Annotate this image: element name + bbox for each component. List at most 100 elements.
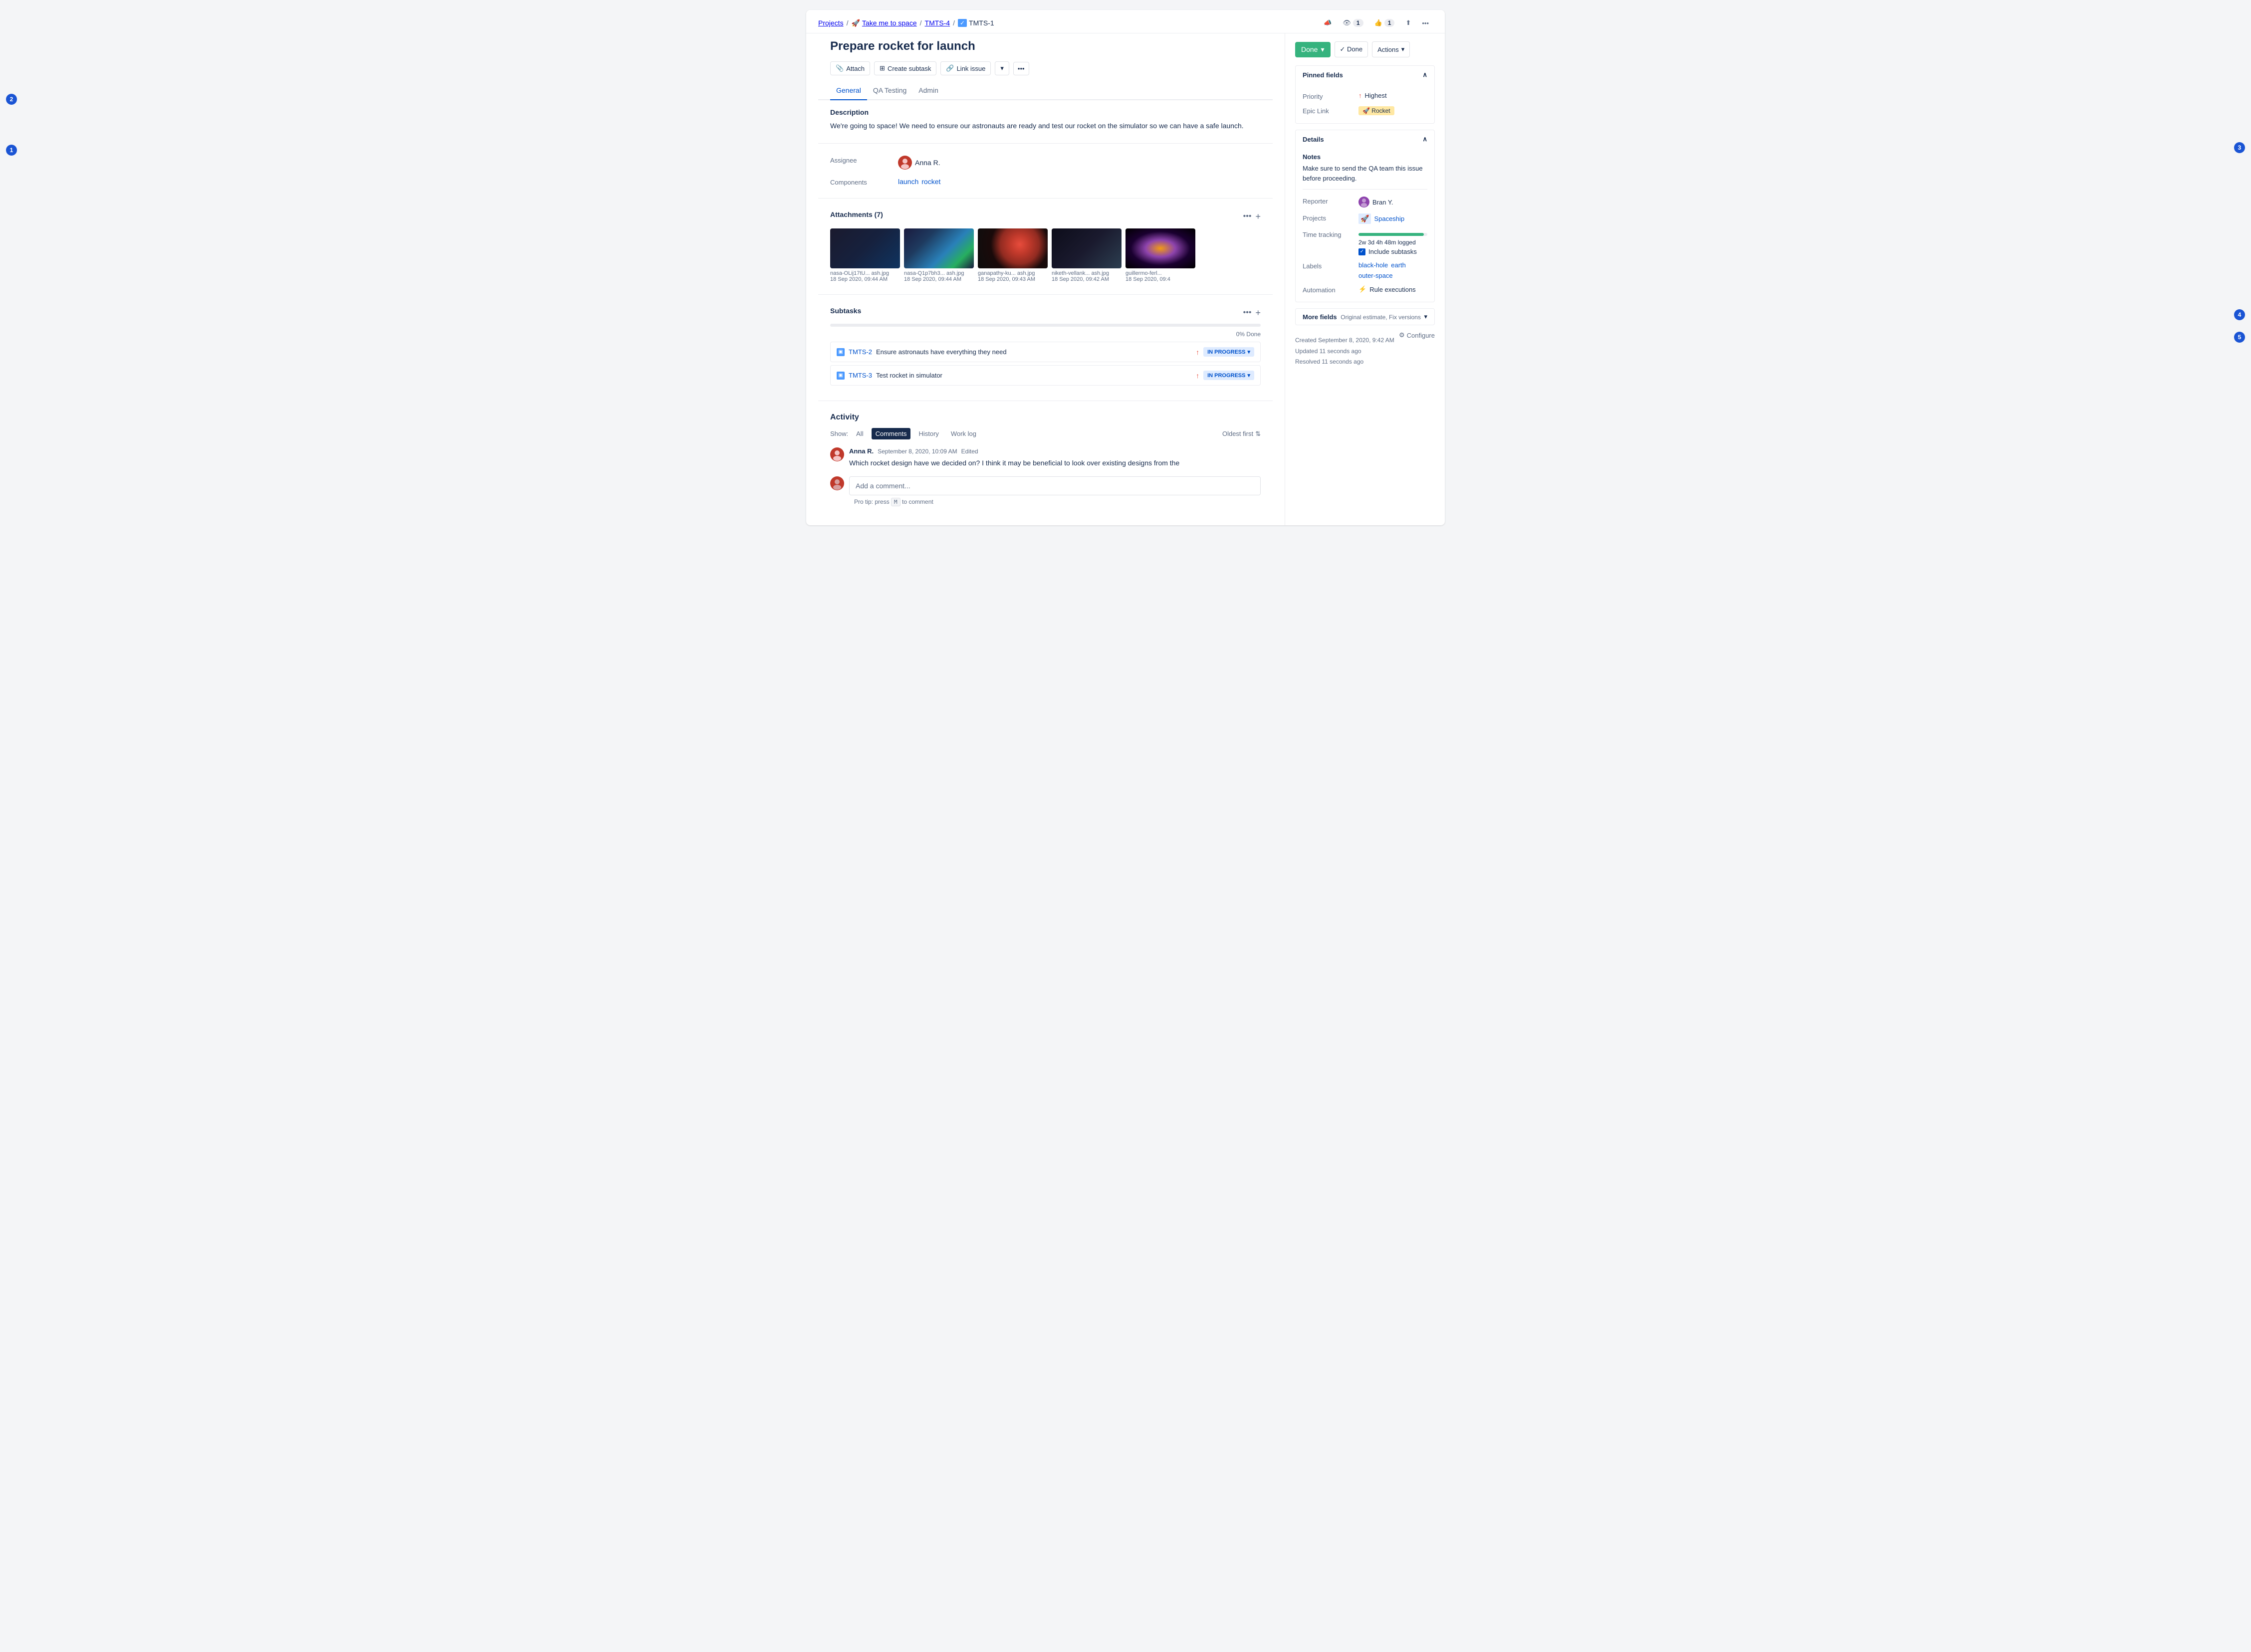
time-tracking-value: 2w 3d 4h 48m logged ✓ Include subtasks [1358,230,1427,255]
details-header[interactable]: Details ∧ [1296,130,1434,148]
subtasks-more-button[interactable]: ••• [1243,308,1252,318]
reporter-avatar [1358,197,1369,207]
subtask-item[interactable]: ▣ TMTS-2 Ensure astronauts have everythi… [830,342,1261,362]
sort-button[interactable]: Oldest first ⇅ [1222,430,1261,438]
reporter-label: Reporter [1303,197,1352,205]
filter-all[interactable]: All [852,428,867,439]
epic-link-value: 🚀 Rocket [1358,106,1394,115]
breadcrumb-projects[interactable]: Projects [818,19,844,27]
assignee-value: Anna R. [898,156,940,170]
tab-qa-testing[interactable]: QA Testing [867,81,912,100]
time-logged: 2w 3d 4h 48m logged [1358,239,1427,246]
attachment-thumb-eclipse [978,228,1048,268]
priority-label: Priority [1303,92,1352,100]
comment-input[interactable]: Add a comment... [849,476,1261,495]
attachment-item[interactable]: guillermo-ferl... 18 Sep 2020, 09:4 [1126,228,1195,282]
label-earth[interactable]: earth [1391,261,1406,269]
attachments-grid: nasa-OLij17tU... ash.jpg 18 Sep 2020, 09… [830,228,1261,282]
subtasks-label: Subtasks [830,307,861,315]
breadcrumb-parent-key[interactable]: TMTS-4 [925,19,950,27]
comment-input-row: Add a comment... [830,476,1261,495]
include-subtasks-checkbox[interactable]: ✓ [1358,248,1365,255]
tab-admin[interactable]: Admin [912,81,944,100]
add-subtask-button[interactable]: + [1255,308,1261,318]
watch-button[interactable]: 👁 1 [1339,17,1367,29]
attach-button[interactable]: 📎 Attach [830,61,870,75]
assignee-name: Anna R. [915,159,940,167]
header-bar: Projects / 🚀 Take me to space / TMTS-4 /… [806,10,1445,33]
pinned-fields-header[interactable]: Pinned fields ∧ [1296,66,1434,84]
reporter-name: Bran Y. [1372,199,1393,206]
comment-edited: Edited [961,448,978,455]
description-section: Description We're going to space! We nee… [818,100,1273,139]
priority-value: ↑ Highest [1358,92,1387,99]
label-black-hole[interactable]: black-hole [1358,261,1388,269]
attachment-thumb-earth [904,228,974,268]
annotation-2: 2 [6,94,17,105]
tab-general[interactable]: General [830,81,867,100]
project-link[interactable]: Spaceship [1374,215,1404,222]
more-fields-row[interactable]: More fields Original estimate, Fix versi… [1296,309,1434,325]
more-fields-label: More fields Original estimate, Fix versi… [1303,313,1421,321]
megaphone-button[interactable]: 📣 [1320,17,1336,29]
filter-history[interactable]: History [914,428,942,439]
breadcrumb-project-name[interactable]: Take me to space [862,19,917,27]
subtask-item[interactable]: ▣ TMTS-3 Test rocket in simulator ↑ IN P… [830,365,1261,386]
breadcrumb-issue-key: TMTS-1 [969,19,994,27]
label-outer-space[interactable]: outer-space [1358,272,1393,279]
create-subtask-button[interactable]: ⊞ Create subtask [874,61,936,75]
top-action-bar: 📣 👁 1 👍 1 ⬆ ••• [1320,17,1433,29]
pinned-fields-body: Priority ↑ Highest Epic Link 🚀 Rocket [1296,84,1434,123]
reporter-value: Bran Y. [1358,197,1393,207]
actions-button[interactable]: Actions ▾ [1372,41,1410,57]
annotation-1: 1 [6,145,17,156]
projects-value: 🚀 Spaceship [1358,213,1404,224]
subtask-summary: Test rocket in simulator [876,372,942,379]
toolbar-more-button[interactable]: ••• [1013,62,1029,75]
time-bar [1358,233,1427,236]
more-fields-panel: More fields Original estimate, Fix versi… [1295,308,1435,325]
configure-link[interactable]: ⚙ Configure [1399,331,1435,339]
automation-row: Automation ⚡ Rule executions [1303,282,1427,297]
like-button[interactable]: 👍 1 [1370,17,1399,29]
subtask-key: TMTS-2 [849,348,872,356]
epic-badge[interactable]: 🚀 Rocket [1358,106,1394,115]
add-attachment-button[interactable]: + [1255,211,1261,222]
pinned-fields-panel: Pinned fields ∧ Priority ↑ Highest Ep [1295,65,1435,124]
left-panel: Prepare rocket for launch 📎 Attach ⊞ Cre… [806,33,1285,525]
filter-comments[interactable]: Comments [872,428,911,439]
comment-author: Anna R. [849,447,874,455]
toolbar-dropdown-button[interactable]: ▾ [995,61,1009,75]
automation-label: Automation [1303,285,1352,294]
comment-item: Anna R. September 8, 2020, 10:09 AM Edit… [830,447,1261,468]
timestamps-row: Created September 8, 2020, 9:42 AM Updat… [1295,331,1435,368]
attachment-thumb-spacewalk [1052,228,1122,268]
attachment-item[interactable]: ganapathy-ku... ash.jpg 18 Sep 2020, 09:… [978,228,1048,282]
share-button[interactable]: ⬆ [1401,17,1415,29]
epic-link-label: Epic Link [1303,106,1352,115]
comment-time: September 8, 2020, 10:09 AM [878,448,957,455]
like-count: 1 [1384,19,1395,27]
notes-section: Notes Make sure to send the QA team this… [1303,153,1427,183]
fields-section: Assignee Anna R. Components launch roc [818,148,1273,194]
done-button[interactable]: Done ▾ [1295,42,1331,57]
attachment-info: nasa-OLij17tU... ash.jpg 18 Sep 2020, 09… [830,270,900,282]
time-tracking-row: Time tracking 2w 3d 4h 48m logged ✓ Incl… [1303,227,1427,258]
filter-worklog[interactable]: Work log [947,428,980,439]
subtask-status[interactable]: IN PROGRESS ▾ [1203,347,1254,357]
component-rocket[interactable]: rocket [921,178,940,186]
subtask-type-icon: ▣ [837,372,845,380]
attachment-item[interactable]: niketh-vellank... ash.jpg 18 Sep 2020, 0… [1052,228,1122,282]
link-issue-button[interactable]: 🔗 Link issue [940,61,991,75]
priority-row: Priority ↑ Highest [1303,89,1427,103]
details-body: Notes Make sure to send the QA team this… [1296,148,1434,302]
attachments-more-button[interactable]: ••• [1243,211,1252,222]
more-actions-button[interactable]: ••• [1418,17,1433,29]
epic-link-row: Epic Link 🚀 Rocket [1303,103,1427,118]
subtask-status[interactable]: IN PROGRESS ▾ [1203,371,1254,380]
done-check-button[interactable]: ✓ Done [1335,41,1368,57]
attachment-item[interactable]: nasa-Q1p7bh3... ash.jpg 18 Sep 2020, 09:… [904,228,974,282]
attachment-item[interactable]: nasa-OLij17tU... ash.jpg 18 Sep 2020, 09… [830,228,900,282]
component-launch[interactable]: launch [898,178,918,186]
right-panel: Done ▾ ✓ Done Actions ▾ Pinned fields ∧ [1285,33,1445,525]
